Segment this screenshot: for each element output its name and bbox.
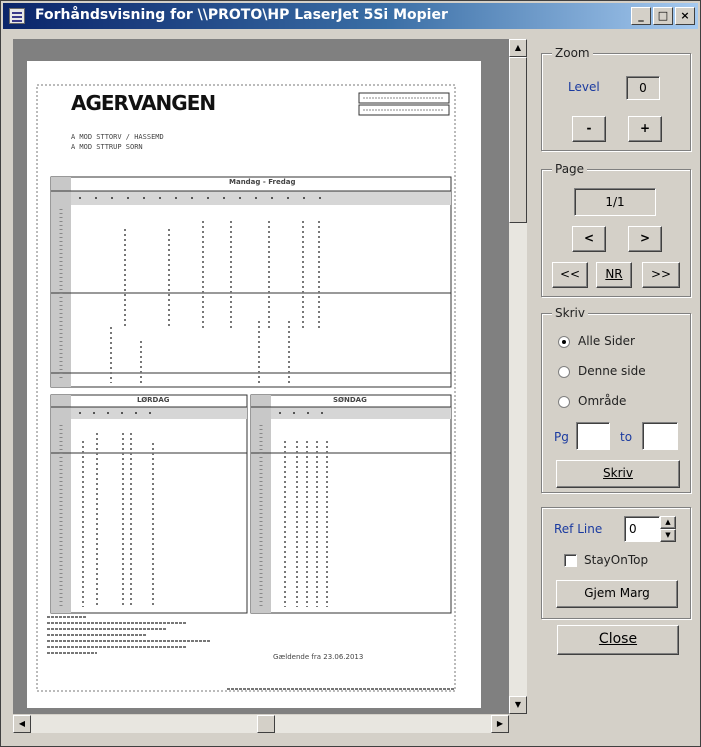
page-rendering — [36, 84, 456, 692]
close-button[interactable]: Close — [557, 625, 679, 655]
print-legend: Skriv — [552, 306, 588, 320]
page-to-label: to — [620, 430, 633, 444]
stay-on-top-label[interactable]: StayOnTop — [584, 553, 648, 567]
next-page-button[interactable]: > — [628, 226, 662, 252]
document-heading: AGERVANGEN — [71, 91, 216, 115]
preview-page: AGERVANGEN A MOD STTORV / HASSEMD A MOD … — [27, 61, 481, 708]
table-title-saturday: LØRDAG — [137, 396, 170, 404]
last-page-button[interactable]: >> — [642, 262, 680, 288]
print-all-pages-label[interactable]: Alle Sider — [578, 334, 635, 348]
print-this-page-label[interactable]: Denne side — [578, 364, 646, 378]
ref-line-down-arrow-icon[interactable]: ▼ — [660, 529, 676, 542]
zoom-in-button[interactable]: + — [628, 116, 662, 142]
zoom-legend: Zoom — [552, 46, 593, 60]
zoom-out-button[interactable]: - — [572, 116, 606, 142]
horizontal-scrollbar[interactable]: ◀ ▶ — [13, 715, 509, 733]
ref-line-label: Ref Line — [554, 522, 603, 536]
maximize-button[interactable]: □ — [653, 7, 673, 25]
print-all-pages-radio[interactable] — [558, 336, 570, 348]
horizontal-scroll-thumb[interactable] — [257, 715, 275, 733]
document-footer: Gældende fra 23.06.2013 — [273, 653, 364, 661]
first-page-button[interactable]: << — [552, 262, 588, 288]
title-bar[interactable]: Forhåndsvisning for \\PROTO\HP LaserJet … — [3, 3, 698, 29]
scroll-right-arrow-icon[interactable]: ▶ — [491, 715, 509, 733]
table-title-sunday: SØNDAG — [333, 396, 367, 404]
print-preview-window: Forhåndsvisning for \\PROTO\HP LaserJet … — [0, 0, 701, 747]
scroll-down-arrow-icon[interactable]: ▼ — [509, 696, 527, 714]
page-to-input[interactable] — [642, 422, 678, 450]
minimize-button[interactable]: _ — [631, 7, 651, 25]
close-window-button[interactable]: × — [675, 7, 695, 25]
table-title-weekdays: Mandag - Fredag — [229, 178, 296, 186]
zoom-level-label: Level — [568, 80, 600, 94]
print-this-page-radio[interactable] — [558, 366, 570, 378]
print-range-radio[interactable] — [558, 396, 570, 408]
options-group: Ref Line 0 ▲ ▼ StayOnTop Gjem Marg — [541, 507, 691, 619]
zoom-level-value: 0 — [626, 76, 660, 100]
page-from-label: Pg — [554, 430, 569, 444]
document-subline-1: A MOD STTORV / HASSEMD — [71, 133, 164, 141]
scroll-left-arrow-icon[interactable]: ◀ — [13, 715, 31, 733]
ref-line-up-arrow-icon[interactable]: ▲ — [660, 516, 676, 529]
window-title: Forhåndsvisning for \\PROTO\HP LaserJet … — [35, 7, 448, 23]
previous-page-button[interactable]: < — [572, 226, 606, 252]
scroll-up-arrow-icon[interactable]: ▲ — [509, 39, 527, 57]
page-number-display: 1/1 — [574, 188, 656, 216]
page-legend: Page — [552, 162, 588, 176]
print-button[interactable]: Skriv — [556, 460, 680, 488]
print-range-label[interactable]: Område — [578, 394, 626, 408]
zoom-group: Zoom Level 0 - + — [541, 46, 691, 151]
vertical-scrollbar[interactable]: ▲ ▼ — [509, 39, 527, 714]
app-icon — [9, 8, 25, 24]
document-subline-2: A MOD STTRUP SORN — [71, 143, 143, 151]
ref-line-input[interactable]: 0 — [624, 516, 660, 542]
vertical-scroll-thumb[interactable] — [509, 57, 527, 223]
page-from-input[interactable] — [576, 422, 610, 450]
page-group: Page 1/1 < > << NR >> — [541, 162, 691, 297]
remove-margin-button[interactable]: Gjem Marg — [556, 580, 678, 608]
stay-on-top-checkbox[interactable] — [564, 554, 577, 567]
print-group: Skriv Alle Sider Denne side Område Pg to… — [541, 306, 691, 493]
go-to-page-button[interactable]: NR — [596, 262, 632, 288]
